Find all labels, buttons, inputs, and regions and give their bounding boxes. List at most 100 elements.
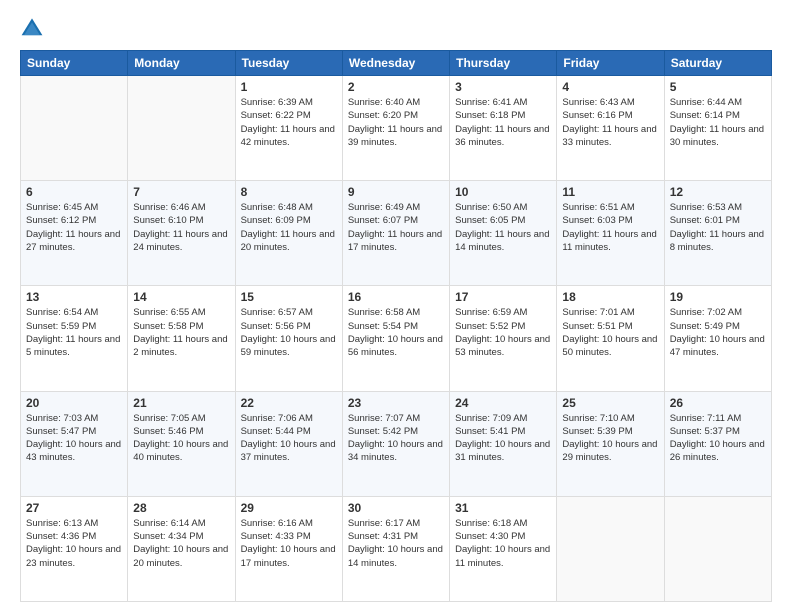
calendar-cell: 25Sunrise: 7:10 AM Sunset: 5:39 PM Dayli… (557, 391, 664, 496)
day-number: 10 (455, 185, 551, 199)
calendar-cell: 10 Sunrise: 6:50 AM Sunset: 6:05 PM Dayli… (450, 181, 557, 286)
calendar-cell: 31 Sunrise: 6:18 AM Sunset: 4:30 PM Dayli… (450, 496, 557, 601)
calendar-cell: 9 Sunrise: 6:49 AM Sunset: 6:07 PM Daylig… (342, 181, 449, 286)
calendar-week-3: 13Sunrise: 6:54 AM Sunset: 5:59 PM Dayli… (21, 286, 772, 391)
col-header-tuesday: Tuesday (235, 51, 342, 76)
day-info: Sunrise: 6:18 AM Sunset: 4:30 PM Dayligh… (455, 517, 551, 570)
day-info: Sunrise: 6:44 AM Sunset: 6:14 PM Dayligh… (670, 96, 766, 149)
day-number: 15 (241, 290, 337, 304)
day-info: Sunrise: 6:49 AM Sunset: 6:07 PM Dayligh… (348, 201, 444, 254)
calendar-cell: 2 Sunrise: 6:40 AM Sunset: 6:20 PM Daylig… (342, 76, 449, 181)
calendar-cell: 6Sunrise: 6:45 AM Sunset: 6:12 PM Daylig… (21, 181, 128, 286)
day-info: Sunrise: 6:50 AM Sunset: 6:05 PM Dayligh… (455, 201, 551, 254)
calendar-cell: 29 Sunrise: 6:16 AM Sunset: 4:33 PM Dayli… (235, 496, 342, 601)
calendar-week-1: 1 Sunrise: 6:39 AM Sunset: 6:22 PM Daylig… (21, 76, 772, 181)
calendar-cell: 26 Sunrise: 7:11 AM Sunset: 5:37 PM Dayli… (664, 391, 771, 496)
day-info: Sunrise: 6:58 AM Sunset: 5:54 PM Dayligh… (348, 306, 444, 359)
day-number: 26 (670, 396, 766, 410)
calendar-cell (128, 76, 235, 181)
calendar-cell (21, 76, 128, 181)
calendar-cell (664, 496, 771, 601)
day-number: 21 (133, 396, 229, 410)
calendar-cell: 15 Sunrise: 6:57 AM Sunset: 5:56 PM Dayli… (235, 286, 342, 391)
day-info: Sunrise: 6:14 AM Sunset: 4:34 PM Dayligh… (133, 517, 229, 570)
day-info: Sunrise: 6:41 AM Sunset: 6:18 PM Dayligh… (455, 96, 551, 149)
calendar-cell: 11 Sunrise: 6:51 AM Sunset: 6:03 PM Dayli… (557, 181, 664, 286)
day-info: Sunrise: 7:11 AM Sunset: 5:37 PM Dayligh… (670, 412, 766, 465)
calendar-cell: 12 Sunrise: 6:53 AM Sunset: 6:01 PM Dayli… (664, 181, 771, 286)
calendar-cell: 16Sunrise: 6:58 AM Sunset: 5:54 PM Dayli… (342, 286, 449, 391)
calendar-cell: 4 Sunrise: 6:43 AM Sunset: 6:16 PM Daylig… (557, 76, 664, 181)
day-number: 8 (241, 185, 337, 199)
day-number: 24 (455, 396, 551, 410)
day-info: Sunrise: 6:40 AM Sunset: 6:20 PM Dayligh… (348, 96, 444, 149)
day-info: Sunrise: 6:51 AM Sunset: 6:03 PM Dayligh… (562, 201, 658, 254)
day-number: 12 (670, 185, 766, 199)
calendar-cell: 19Sunrise: 7:02 AM Sunset: 5:49 PM Dayli… (664, 286, 771, 391)
day-number: 23 (348, 396, 444, 410)
calendar-cell: 21 Sunrise: 7:05 AM Sunset: 5:46 PM Dayli… (128, 391, 235, 496)
day-info: Sunrise: 7:05 AM Sunset: 5:46 PM Dayligh… (133, 412, 229, 465)
calendar-cell: 3 Sunrise: 6:41 AM Sunset: 6:18 PM Daylig… (450, 76, 557, 181)
calendar-cell: 13Sunrise: 6:54 AM Sunset: 5:59 PM Dayli… (21, 286, 128, 391)
day-info: Sunrise: 6:13 AM Sunset: 4:36 PM Dayligh… (26, 517, 122, 570)
calendar-cell: 24Sunrise: 7:09 AM Sunset: 5:41 PM Dayli… (450, 391, 557, 496)
day-info: Sunrise: 6:16 AM Sunset: 4:33 PM Dayligh… (241, 517, 337, 570)
day-number: 14 (133, 290, 229, 304)
day-number: 20 (26, 396, 122, 410)
day-info: Sunrise: 6:57 AM Sunset: 5:56 PM Dayligh… (241, 306, 337, 359)
col-header-saturday: Saturday (664, 51, 771, 76)
calendar-cell: 20 Sunrise: 7:03 AM Sunset: 5:47 PM Dayli… (21, 391, 128, 496)
day-number: 11 (562, 185, 658, 199)
day-info: Sunrise: 7:07 AM Sunset: 5:42 PM Dayligh… (348, 412, 444, 465)
calendar-table: SundayMondayTuesdayWednesdayThursdayFrid… (20, 50, 772, 602)
day-info: Sunrise: 7:03 AM Sunset: 5:47 PM Dayligh… (26, 412, 122, 465)
day-info: Sunrise: 7:01 AM Sunset: 5:51 PM Dayligh… (562, 306, 658, 359)
calendar-week-4: 20 Sunrise: 7:03 AM Sunset: 5:47 PM Dayli… (21, 391, 772, 496)
calendar-cell: 7 Sunrise: 6:46 AM Sunset: 6:10 PM Daylig… (128, 181, 235, 286)
col-header-friday: Friday (557, 51, 664, 76)
logo (20, 16, 48, 40)
day-number: 27 (26, 501, 122, 515)
calendar-cell: 17 Sunrise: 6:59 AM Sunset: 5:52 PM Dayli… (450, 286, 557, 391)
day-number: 17 (455, 290, 551, 304)
day-number: 7 (133, 185, 229, 199)
day-number: 4 (562, 80, 658, 94)
day-info: Sunrise: 6:17 AM Sunset: 4:31 PM Dayligh… (348, 517, 444, 570)
day-info: Sunrise: 6:45 AM Sunset: 6:12 PM Dayligh… (26, 201, 122, 254)
day-number: 22 (241, 396, 337, 410)
col-header-sunday: Sunday (21, 51, 128, 76)
day-info: Sunrise: 7:06 AM Sunset: 5:44 PM Dayligh… (241, 412, 337, 465)
day-number: 29 (241, 501, 337, 515)
calendar-header-row: SundayMondayTuesdayWednesdayThursdayFrid… (21, 51, 772, 76)
day-info: Sunrise: 6:59 AM Sunset: 5:52 PM Dayligh… (455, 306, 551, 359)
calendar-cell: 27 Sunrise: 6:13 AM Sunset: 4:36 PM Dayli… (21, 496, 128, 601)
day-info: Sunrise: 6:46 AM Sunset: 6:10 PM Dayligh… (133, 201, 229, 254)
day-number: 1 (241, 80, 337, 94)
day-info: Sunrise: 7:02 AM Sunset: 5:49 PM Dayligh… (670, 306, 766, 359)
day-number: 31 (455, 501, 551, 515)
day-number: 3 (455, 80, 551, 94)
col-header-thursday: Thursday (450, 51, 557, 76)
calendar-cell: 18 Sunrise: 7:01 AM Sunset: 5:51 PM Dayli… (557, 286, 664, 391)
calendar-cell: 5 Sunrise: 6:44 AM Sunset: 6:14 PM Daylig… (664, 76, 771, 181)
day-number: 2 (348, 80, 444, 94)
day-info: Sunrise: 6:39 AM Sunset: 6:22 PM Dayligh… (241, 96, 337, 149)
day-info: Sunrise: 6:54 AM Sunset: 5:59 PM Dayligh… (26, 306, 122, 359)
col-header-wednesday: Wednesday (342, 51, 449, 76)
calendar-cell: 1 Sunrise: 6:39 AM Sunset: 6:22 PM Daylig… (235, 76, 342, 181)
day-number: 5 (670, 80, 766, 94)
day-info: Sunrise: 6:48 AM Sunset: 6:09 PM Dayligh… (241, 201, 337, 254)
day-number: 9 (348, 185, 444, 199)
day-info: Sunrise: 6:53 AM Sunset: 6:01 PM Dayligh… (670, 201, 766, 254)
calendar-cell: 22 Sunrise: 7:06 AM Sunset: 5:44 PM Dayli… (235, 391, 342, 496)
day-info: Sunrise: 6:55 AM Sunset: 5:58 PM Dayligh… (133, 306, 229, 359)
logo-icon (20, 16, 44, 40)
day-number: 18 (562, 290, 658, 304)
calendar-cell: 23 Sunrise: 7:07 AM Sunset: 5:42 PM Dayli… (342, 391, 449, 496)
day-info: Sunrise: 6:43 AM Sunset: 6:16 PM Dayligh… (562, 96, 658, 149)
day-number: 30 (348, 501, 444, 515)
calendar-week-2: 6Sunrise: 6:45 AM Sunset: 6:12 PM Daylig… (21, 181, 772, 286)
calendar-cell: 14 Sunrise: 6:55 AM Sunset: 5:58 PM Dayli… (128, 286, 235, 391)
day-number: 25 (562, 396, 658, 410)
